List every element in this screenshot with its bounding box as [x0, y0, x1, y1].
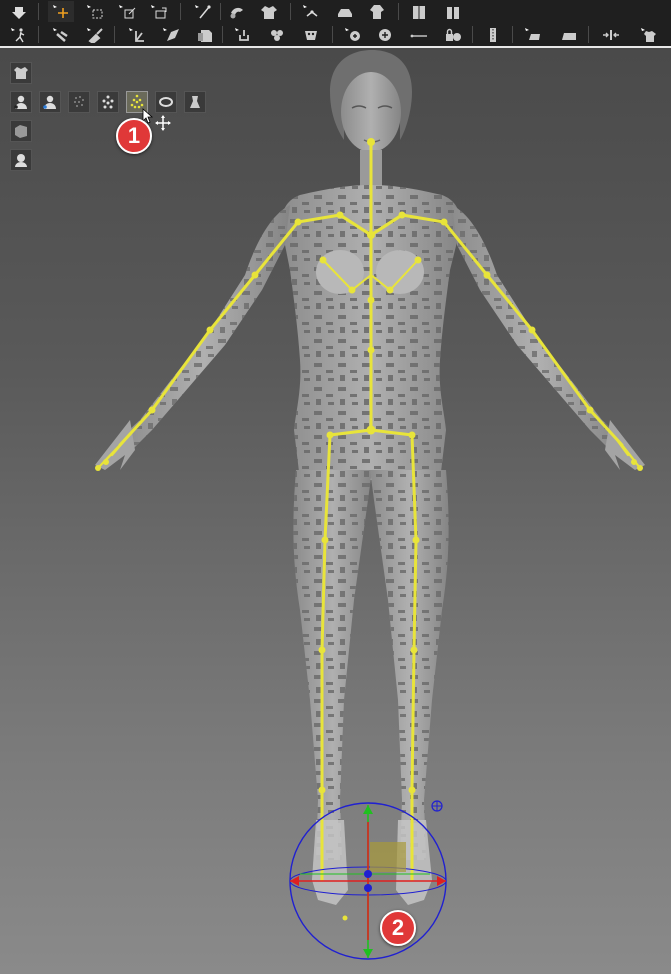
avatar-figure: [95, 50, 645, 960]
joints-icon[interactable]: [298, 1, 324, 22]
flower-icon[interactable]: [264, 24, 290, 45]
flat-tool-icon[interactable]: [520, 24, 546, 45]
split-shirt-icon[interactable]: [440, 1, 466, 22]
scale-tool-icon[interactable]: [114, 1, 140, 22]
avatar-icon[interactable]: [10, 91, 32, 113]
node-icon[interactable]: [372, 24, 398, 45]
toolbar-separator: [290, 3, 291, 20]
pose-tool-icon[interactable]: [48, 24, 74, 45]
skeleton-points-icon[interactable]: [97, 91, 119, 113]
mask-tool-icon[interactable]: [298, 24, 324, 45]
head-avatar-icon[interactable]: [10, 149, 32, 171]
garment-icon[interactable]: [10, 62, 32, 84]
hoodie-icon[interactable]: [364, 1, 390, 22]
toolbar-separator: [512, 26, 513, 43]
callout-badge-1: 1: [116, 118, 152, 154]
car-icon[interactable]: [332, 1, 358, 22]
toolbar-separator: [588, 26, 589, 43]
slide-icon[interactable]: [598, 24, 624, 45]
box-select-icon[interactable]: [82, 1, 108, 22]
surface-icon[interactable]: [10, 120, 32, 142]
3d-viewport[interactable]: 1 2: [0, 48, 671, 974]
wardrobe-icon[interactable]: [406, 1, 432, 22]
node-add-icon[interactable]: [340, 24, 366, 45]
flat-alt-icon[interactable]: [556, 24, 582, 45]
paint-brush-icon[interactable]: [82, 24, 108, 45]
avatar-select-icon[interactable]: [39, 91, 61, 113]
fold-tool-icon[interactable]: [158, 24, 184, 45]
callout-badge-2: 2: [380, 910, 416, 946]
point-cloud-icon[interactable]: [68, 91, 90, 113]
down-arrow-icon[interactable]: [6, 1, 32, 22]
main-toolbar: [0, 0, 671, 48]
toolbar-separator: [38, 26, 39, 43]
toolbar-separator: [38, 3, 39, 20]
rotate-tool-icon[interactable]: [146, 1, 172, 22]
axis-tool-icon[interactable]: [124, 24, 150, 45]
tag-tool-icon[interactable]: [192, 24, 218, 45]
shirt-arrow-icon[interactable]: [636, 24, 662, 45]
toolbar-separator: [220, 3, 221, 20]
toolbar-row-2: [0, 23, 671, 46]
dress-form-icon[interactable]: [184, 91, 206, 113]
link-tool-icon[interactable]: [230, 24, 256, 45]
lock-icon[interactable]: [440, 24, 466, 45]
toolbar-separator: [222, 26, 223, 43]
toolbar-row-1: [0, 0, 671, 23]
move-tool-icon[interactable]: [48, 1, 74, 22]
bone-draw-icon[interactable]: [190, 1, 216, 22]
shirt-icon[interactable]: [256, 1, 282, 22]
toolbar-separator: [398, 3, 399, 20]
walking-figure-icon[interactable]: [6, 24, 32, 45]
toolbar-separator: [180, 3, 181, 20]
toolbar-separator: [114, 26, 115, 43]
toolbar-separator: [332, 26, 333, 43]
hand-icon[interactable]: [224, 1, 250, 22]
toolbar-separator: [472, 26, 473, 43]
zipper-icon[interactable]: [480, 24, 506, 45]
line-tool-icon[interactable]: [406, 24, 432, 45]
